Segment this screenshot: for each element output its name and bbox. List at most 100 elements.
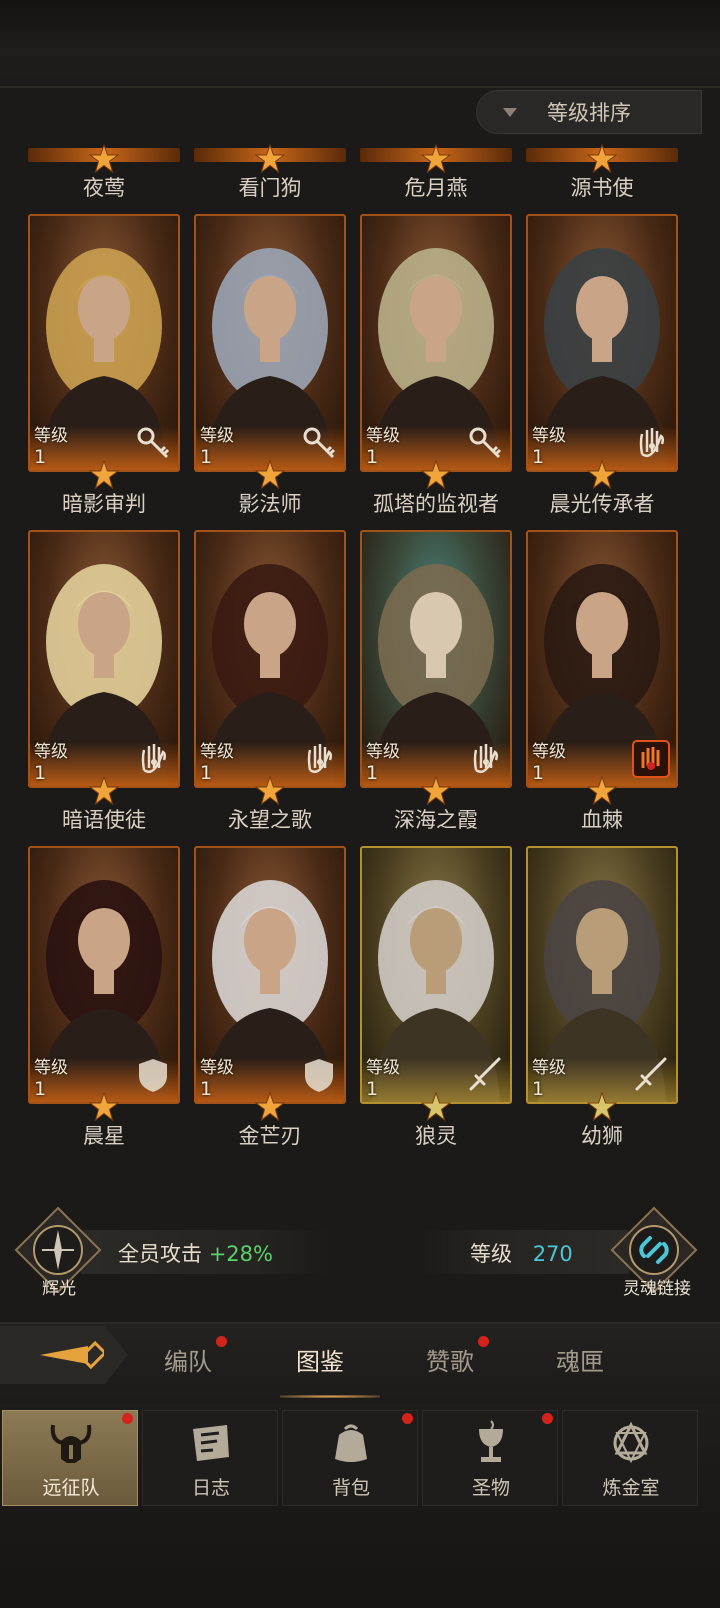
- star-icon: [88, 775, 120, 806]
- hero-name[interactable]: 影法师: [184, 488, 356, 518]
- star-icon: [586, 143, 618, 174]
- bag-icon: [327, 1419, 375, 1467]
- active-tab-indicator: [280, 1395, 380, 1398]
- star-icon: [88, 1091, 120, 1122]
- level-value: 1: [200, 1078, 213, 1100]
- tab-0[interactable]: 编队: [164, 1342, 212, 1377]
- nav-item-3[interactable]: 圣物: [422, 1410, 558, 1506]
- star-icon: [586, 459, 618, 490]
- level-value: 1: [34, 762, 47, 784]
- nav-label: 炼金室: [602, 1477, 660, 1499]
- blood-hand-icon: [632, 740, 670, 778]
- back-button[interactable]: [0, 1326, 128, 1384]
- nav-item-4[interactable]: 炼金室: [562, 1410, 698, 1506]
- star-icon: [420, 1091, 452, 1122]
- hero-grid: 夜莺 看门狗 危月燕 源书使 等级 1 暗影审判 等级 1 影法师 等级 1 孤塔的监视者 等级 1 晨光传承…: [0, 0, 720, 1200]
- team-attack-label: 全员攻击: [118, 1242, 202, 1266]
- hero-card[interactable]: 等级 1: [194, 846, 346, 1104]
- level-label: 等级: [366, 1058, 400, 1078]
- alchemy-icon: [607, 1419, 655, 1467]
- hero-name[interactable]: 孤塔的监视者: [350, 488, 522, 518]
- stat-bar: 辉光 全员攻击 +28% 等级 270 灵魂链接: [0, 1206, 720, 1302]
- hero-name[interactable]: 幼狮: [516, 1120, 688, 1150]
- back-arrow-icon: [40, 1340, 104, 1370]
- nav-item-1[interactable]: 日志: [142, 1410, 278, 1506]
- chalice-icon: [467, 1419, 515, 1467]
- hero-card[interactable]: 等级 1: [28, 846, 180, 1104]
- key-icon: [134, 424, 172, 462]
- level-label: 等级: [366, 742, 400, 762]
- level-value: 1: [532, 1078, 545, 1100]
- soul-link-level: 等级 270: [470, 1238, 573, 1268]
- hero-name[interactable]: 金芒刃: [184, 1120, 356, 1150]
- hero-name[interactable]: 危月燕: [350, 172, 522, 202]
- notification-dot: [402, 1413, 413, 1424]
- star-icon: [254, 143, 286, 174]
- key-icon: [466, 424, 504, 462]
- hero-name[interactable]: 暗影审判: [18, 488, 190, 518]
- hero-card[interactable]: 等级 1: [194, 530, 346, 788]
- star-icon: [88, 143, 120, 174]
- nav-label: 远征队: [42, 1477, 100, 1499]
- notification-dot: [122, 1413, 133, 1424]
- nav-item-0[interactable]: 远征队: [2, 1410, 138, 1506]
- hero-name[interactable]: 深海之霞: [350, 804, 522, 834]
- hero-name[interactable]: 看门狗: [184, 172, 356, 202]
- radiance-label: 辉光: [42, 1279, 76, 1299]
- sword-icon: [466, 1056, 504, 1094]
- hero-card[interactable]: 等级 1: [526, 214, 678, 472]
- hero-name[interactable]: 晨星: [18, 1120, 190, 1150]
- hero-card[interactable]: 等级 1: [360, 530, 512, 788]
- tab-1[interactable]: 图鉴: [296, 1342, 344, 1377]
- level-label: 等级: [200, 426, 234, 446]
- level-label: 等级: [34, 1058, 68, 1078]
- level-value: 1: [366, 762, 379, 784]
- star-icon: [254, 1091, 286, 1122]
- star-icon: [586, 775, 618, 806]
- level-value: 1: [200, 446, 213, 468]
- level-label: 等级: [34, 426, 68, 446]
- hero-name[interactable]: 血棘: [516, 804, 688, 834]
- sword-icon: [632, 1056, 670, 1094]
- shield-icon: [134, 1056, 172, 1094]
- team-attack-value: +28%: [208, 1242, 273, 1266]
- hero-name[interactable]: 暗语使徒: [18, 804, 190, 834]
- hero-name[interactable]: 狼灵: [350, 1120, 522, 1150]
- level-value: 1: [366, 446, 379, 468]
- hand-icon: [632, 424, 670, 462]
- level-label: 等级: [200, 1058, 234, 1078]
- hero-card[interactable]: 等级 1: [526, 846, 678, 1104]
- notification-dot: [478, 1336, 489, 1347]
- horned-helmet-icon: [47, 1419, 95, 1467]
- level-value: 1: [532, 762, 545, 784]
- hero-card[interactable]: 等级 1: [194, 214, 346, 472]
- nav-label: 背包: [331, 1477, 370, 1499]
- nav-item-2[interactable]: 背包: [282, 1410, 418, 1506]
- level-label: 等级: [34, 742, 68, 762]
- star-icon: [420, 459, 452, 490]
- nav-label: 日志: [191, 1477, 230, 1499]
- level-value: 1: [200, 762, 213, 784]
- level-label: 等级: [200, 742, 234, 762]
- hero-card[interactable]: 等级 1: [360, 846, 512, 1104]
- star-icon: [420, 143, 452, 174]
- hero-name[interactable]: 夜莺: [18, 172, 190, 202]
- hero-card[interactable]: 等级 1: [28, 530, 180, 788]
- soul-level-label: 等级: [470, 1242, 512, 1266]
- hero-name[interactable]: 永望之歌: [184, 804, 356, 834]
- tab-3[interactable]: 魂匣: [556, 1342, 604, 1377]
- soul-link-label: 灵魂链接: [623, 1279, 691, 1299]
- hero-card[interactable]: 等级 1: [28, 214, 180, 472]
- star-icon: [586, 1091, 618, 1122]
- team-attack-stat: 全员攻击 +28%: [118, 1238, 273, 1268]
- hero-name[interactable]: 晨光传承者: [516, 488, 688, 518]
- star-icon: [420, 775, 452, 806]
- star-icon: [254, 775, 286, 806]
- hero-name[interactable]: 源书使: [516, 172, 688, 202]
- hero-card[interactable]: 等级 1: [526, 530, 678, 788]
- notification-dot: [542, 1413, 553, 1424]
- tab-2[interactable]: 赞歌: [426, 1342, 474, 1377]
- star-icon: [254, 459, 286, 490]
- hand-icon: [300, 740, 338, 778]
- hero-card[interactable]: 等级 1: [360, 214, 512, 472]
